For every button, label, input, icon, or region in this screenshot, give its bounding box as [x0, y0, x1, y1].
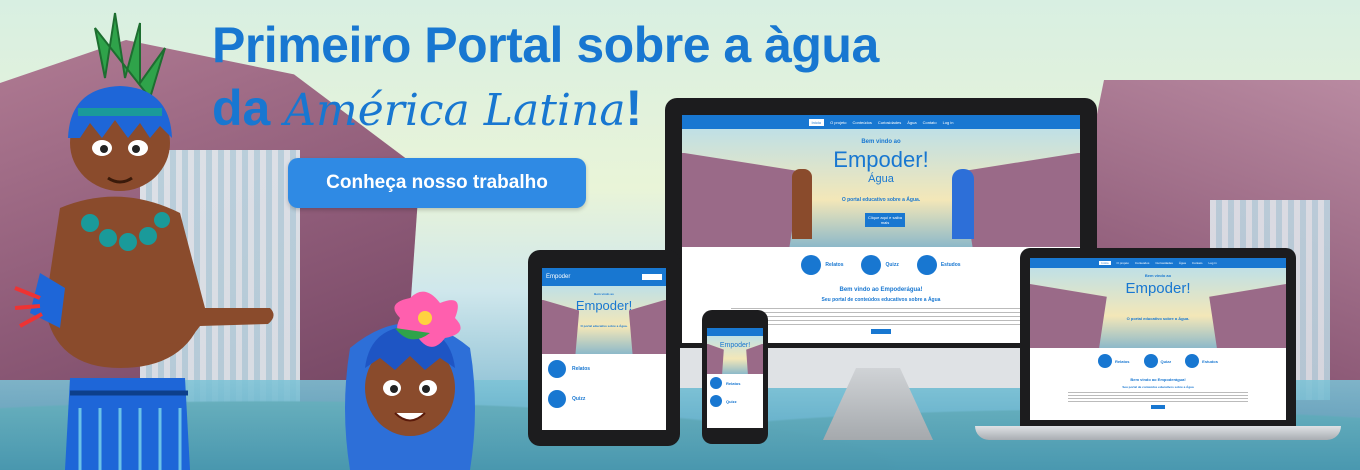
laptop-logo: Empoder!: [1125, 280, 1191, 297]
hero-button[interactable]: Clique aqui e saiba mais: [865, 213, 905, 227]
hero-logo: Empoder!: [833, 147, 929, 172]
laptop-screen: Início O projeto Conteúdos Curiosidades …: [1030, 258, 1286, 420]
nav-login[interactable]: Log in: [943, 120, 954, 125]
girl-character-illustration: [345, 291, 475, 470]
book-icon: [916, 255, 937, 275]
mask-icon: [548, 390, 566, 408]
headline-exclaim: !: [625, 80, 643, 136]
phone-logo: Empoder!: [719, 342, 751, 349]
girl-mini: [952, 169, 974, 239]
graduation-cap-icon: [710, 377, 722, 389]
graduation-cap-icon: [1098, 354, 1113, 368]
nav-curiosities[interactable]: Curiosidades: [878, 120, 901, 125]
site-hero: Bem vindo ao Empoder! Água O portal educ…: [682, 129, 1080, 247]
hero-banner: Primeiro Portal sobre a àgua da América …: [0, 0, 1360, 470]
read-more-button[interactable]: [871, 329, 891, 334]
tablet: Empoder Bem vindo ao Empoder! O portal e…: [528, 250, 680, 446]
phone-screen: Empoder! Relatos Quizz: [707, 328, 763, 428]
hamburger-menu[interactable]: [642, 274, 662, 280]
nav-project[interactable]: O projeto: [830, 120, 846, 125]
headline-script: América Latina: [284, 85, 626, 136]
tablet-screen: Empoder Bem vindo ao Empoder! O portal e…: [542, 268, 666, 430]
hero-logo-sub: Água: [868, 173, 894, 185]
mask-icon: [1143, 354, 1158, 368]
feature-relatos[interactable]: Relatos: [801, 255, 843, 275]
nav-home[interactable]: Início: [808, 118, 825, 126]
nav-contents[interactable]: Conteúdos: [853, 120, 872, 125]
smartphone: Empoder! Relatos Quizz: [702, 310, 768, 444]
nav-water[interactable]: Água: [907, 120, 916, 125]
nav-contact[interactable]: Contato: [923, 120, 937, 125]
site-nav: Início O projeto Conteúdos Curiosidades …: [682, 115, 1080, 129]
headline-line-1: Primeiro Portal sobre a àgua: [212, 17, 879, 73]
boy-mini: [792, 169, 812, 239]
headline-prefix: da: [212, 80, 271, 136]
mask-icon: [710, 395, 722, 407]
feature-estudos[interactable]: Estudos: [916, 255, 961, 275]
tablet-logo: Empoder!: [575, 298, 633, 313]
book-icon: [1185, 354, 1200, 368]
laptop-base: [975, 426, 1341, 440]
laptop: Início O projeto Conteúdos Curiosidades …: [975, 248, 1341, 440]
graduation-cap-icon: [548, 360, 566, 378]
feature-quizz[interactable]: Quizz: [861, 255, 899, 275]
mask-icon: [861, 255, 882, 275]
cta-button[interactable]: Conheça nosso trabalho: [288, 158, 586, 208]
hero-tagline: O portal educativo sobre a Água.: [841, 197, 921, 203]
hero-greeting: Bem vindo ao: [861, 139, 901, 145]
graduation-cap-icon: [801, 255, 822, 275]
